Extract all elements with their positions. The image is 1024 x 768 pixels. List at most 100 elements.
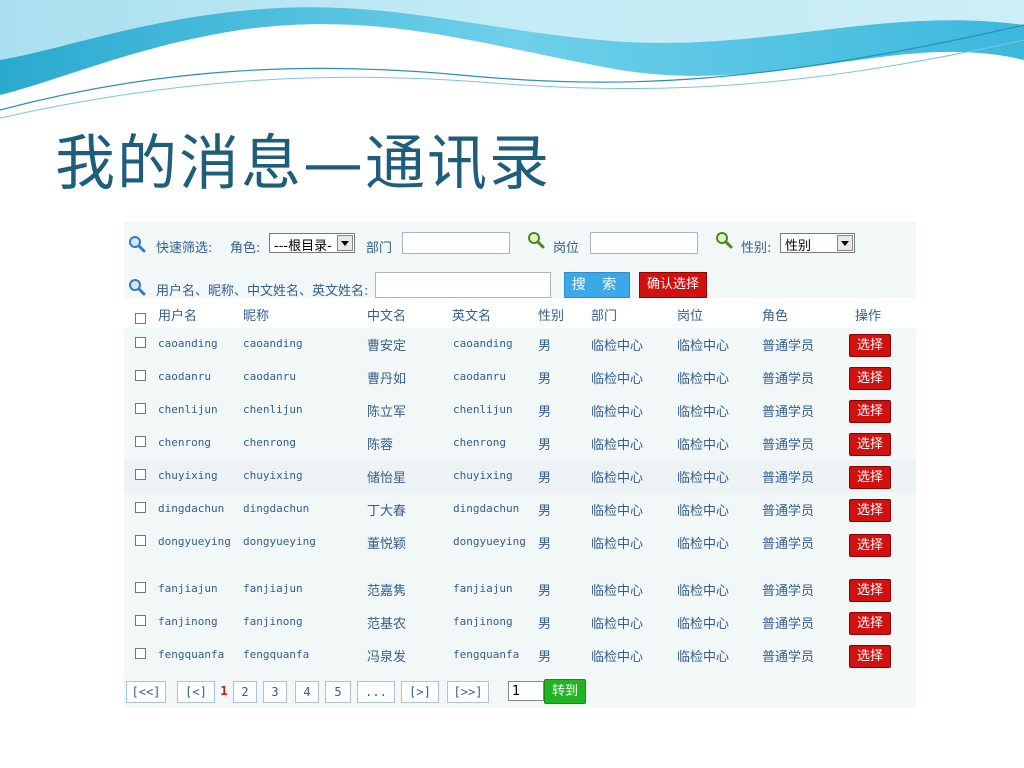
cell-gender: 男 [538, 504, 552, 519]
cell-role: 普通学员 [762, 405, 815, 420]
department-search-icon[interactable] [527, 231, 545, 249]
select-button[interactable]: 选择 [849, 400, 891, 423]
cell-position: 临检中心 [677, 504, 730, 519]
cell-gender: 男 [538, 650, 552, 665]
cell-nickname: fanjinong [243, 615, 303, 628]
row-checkbox[interactable] [135, 436, 146, 447]
cell-position: 临检中心 [677, 584, 730, 599]
select-button[interactable]: 选择 [849, 612, 891, 635]
position-label: 岗位 [553, 241, 580, 256]
row-checkbox[interactable] [135, 337, 146, 348]
gender-select-value: 性别 [785, 239, 812, 253]
cell-username: fengquanfa [158, 648, 225, 661]
first-page-button[interactable]: [<<] [126, 681, 166, 703]
header-cn-name: 中文名 [367, 309, 407, 324]
role-select[interactable]: ---根目录- [269, 233, 355, 253]
cell-role: 普通学员 [762, 372, 815, 387]
cell-username: dongyueying [158, 535, 231, 548]
select-button[interactable]: 选择 [849, 645, 891, 668]
table-row: caoanding caoanding 曹安定 caoanding 男 临检中心… [124, 328, 916, 361]
chevron-down-icon [337, 235, 353, 251]
cell-position: 临检中心 [677, 405, 730, 420]
cell-en-name: caoanding [453, 337, 513, 350]
select-all-checkbox[interactable] [135, 313, 146, 324]
position-input[interactable] [590, 232, 698, 254]
cell-username: chenlijun [158, 403, 218, 416]
gender-label: 性别: [741, 241, 772, 256]
cell-position: 临检中心 [677, 471, 730, 486]
table-row: fengquanfa fengquanfa 冯泉发 fengquanfa 男 临… [124, 639, 916, 672]
row-checkbox[interactable] [135, 648, 146, 659]
select-button[interactable]: 选择 [849, 367, 891, 390]
table-row: chenlijun chenlijun 陈立军 chenlijun 男 临检中心… [124, 394, 916, 427]
row-checkbox[interactable] [135, 469, 146, 480]
cell-gender: 男 [538, 471, 552, 486]
row-checkbox[interactable] [135, 582, 146, 593]
search-button[interactable]: 搜 索 [564, 272, 630, 298]
header-en-name: 英文名 [452, 309, 492, 324]
table-row: fanjinong fanjinong 范基农 fanjinong 男 临检中心… [124, 606, 916, 639]
row-checkbox[interactable] [135, 535, 146, 546]
position-search-icon[interactable] [715, 231, 733, 249]
page-5-button[interactable]: 5 [325, 681, 351, 703]
cell-department: 临检中心 [591, 372, 644, 387]
row-checkbox[interactable] [135, 370, 146, 381]
cell-en-name: caodanru [453, 370, 506, 383]
goto-page-input[interactable] [508, 681, 544, 701]
cell-username: fanjiajun [158, 582, 218, 595]
cell-role: 普通学员 [762, 617, 815, 632]
cell-gender: 男 [538, 339, 552, 354]
department-input[interactable] [402, 232, 510, 254]
goto-page-button[interactable]: 转到 [544, 679, 586, 704]
cell-cn-name: 储怡星 [367, 471, 407, 486]
confirm-selection-button[interactable]: 确认选择 [639, 272, 707, 298]
cell-gender: 男 [538, 372, 552, 387]
select-button[interactable]: 选择 [849, 579, 891, 602]
pagination: [<<] [<] 1 2 3 4 5 ... [>] [>>] 转到 [124, 674, 916, 708]
last-page-button[interactable]: [>>] [447, 681, 489, 703]
cell-department: 临检中心 [591, 471, 644, 486]
select-button[interactable]: 选择 [849, 466, 891, 489]
header-nickname: 昵称 [243, 309, 270, 324]
cell-en-name: fanjinong [453, 615, 513, 628]
next-page-button[interactable]: [>] [401, 681, 439, 703]
row-checkbox[interactable] [135, 502, 146, 513]
table-row: fanjiajun fanjiajun 范嘉隽 fanjiajun 男 临检中心… [124, 573, 916, 606]
table-row: chenrong chenrong 陈蓉 chenrong 男 临检中心 临检中… [124, 427, 916, 460]
cell-role: 普通学员 [762, 471, 815, 486]
page-3-button[interactable]: 3 [263, 681, 287, 703]
row-checkbox[interactable] [135, 615, 146, 626]
cell-nickname: dingdachun [243, 502, 310, 515]
select-button[interactable]: 选择 [849, 499, 891, 522]
cell-gender: 男 [538, 537, 552, 552]
cell-department: 临检中心 [591, 584, 644, 599]
cell-department: 临检中心 [591, 537, 644, 552]
cell-en-name: fengquanfa [453, 648, 520, 661]
page-4-button[interactable]: 4 [295, 681, 319, 703]
select-button[interactable]: 选择 [849, 433, 891, 456]
cell-gender: 男 [538, 617, 552, 632]
cell-nickname: fengquanfa [243, 648, 310, 661]
cell-en-name: chenlijun [453, 403, 513, 416]
row-checkbox[interactable] [135, 403, 146, 414]
page-2-button[interactable]: 2 [233, 681, 257, 703]
gender-select[interactable]: 性别 [780, 233, 855, 253]
cell-department: 临检中心 [591, 405, 644, 420]
prev-page-button[interactable]: [<] [177, 681, 215, 703]
cell-role: 普通学员 [762, 537, 815, 552]
cell-cn-name: 陈立军 [367, 405, 407, 420]
quick-filter-label: 快速筛选: [156, 241, 213, 256]
page-ellipsis[interactable]: ... [357, 681, 395, 703]
chevron-down-icon [837, 235, 853, 251]
header-username: 用户名 [158, 309, 198, 324]
select-button[interactable]: 选择 [849, 534, 891, 557]
header-department: 部门 [591, 309, 618, 324]
cell-nickname: dongyueying [243, 535, 316, 548]
page-1-current: 1 [220, 684, 228, 698]
cell-username: chenrong [158, 436, 211, 449]
name-search-input[interactable] [375, 272, 551, 298]
search-icon [129, 279, 146, 296]
quick-filter-row: 快速筛选: 角色: ---根目录- 部门 岗位 性别: 性别 [124, 230, 916, 260]
select-button[interactable]: 选择 [849, 334, 891, 357]
cell-nickname: chenlijun [243, 403, 303, 416]
